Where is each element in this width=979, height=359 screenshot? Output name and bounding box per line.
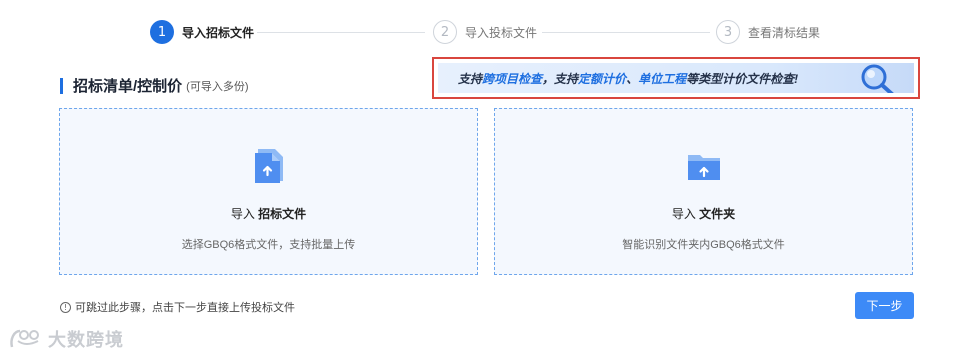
folder-upload-icon: [687, 155, 720, 180]
step-3: 3 查看清标结果: [716, 19, 820, 45]
banner-text: 支持: [458, 71, 483, 86]
import-file-description: 选择GBQ6格式文件，支持批量上传: [181, 239, 356, 251]
banner-highlight: 定额计价: [578, 71, 627, 86]
section-title: 招标清单/控制价: [73, 78, 183, 95]
step-2: 2 导入投标文件: [433, 19, 537, 45]
import-prefix: 导入: [230, 207, 255, 221]
step-2-label: 导入投标文件: [465, 25, 538, 40]
watermark-logo-icon: [10, 329, 39, 348]
magnifier-icon: [861, 64, 894, 93]
import-file-dropzone[interactable]: 导入 招标文件 选择GBQ6格式文件，支持批量上传: [59, 108, 478, 275]
banner-content: 支持 跨项目检查 ，支持 定额计价 、 单位工程 等类型计价文件检查!: [438, 63, 914, 93]
banner-highlight: 单位工程: [638, 71, 687, 86]
banner-text: 等类型计价文件检查!: [686, 71, 799, 86]
banner-text: 、: [626, 71, 639, 86]
section-subtitle: (可导入多份): [186, 80, 249, 93]
import-prefix: 导入: [671, 207, 696, 221]
banner-text: ，支持: [542, 71, 579, 86]
step-3-label: 查看清标结果: [748, 25, 821, 40]
section-header: 招标清单/控制价 (可导入多份): [60, 75, 249, 96]
import-target: 文件夹: [699, 207, 736, 221]
skip-hint: ! 可跳过此步骤，点击下一步直接上传投标文件: [60, 299, 295, 315]
step-1: 1 导入招标文件: [150, 19, 254, 45]
import-file-title: 导入 招标文件: [231, 205, 306, 222]
progress-stepper: 1 导入招标文件 2 导入投标文件 3 查看清标结果: [150, 19, 830, 45]
step-2-number: 2: [433, 20, 457, 44]
import-folder-title: 导入 文件夹: [672, 205, 735, 222]
watermark: 大数跨境: [8, 326, 124, 352]
title-accent-bar: [60, 77, 63, 94]
info-icon: !: [60, 301, 71, 313]
import-folder-description: 智能识别文件夹内GBQ6格式文件: [622, 239, 785, 251]
feature-banner: 支持 跨项目检查 ，支持 定额计价 、 单位工程 等类型计价文件检查!: [432, 57, 920, 99]
step-1-number: 1: [150, 20, 174, 44]
file-upload-icon: [254, 149, 283, 183]
import-target: 招标文件: [258, 207, 307, 221]
watermark-text: 大数跨境: [48, 330, 124, 350]
banner-highlight: 跨项目检查: [482, 71, 543, 86]
step-divider: [257, 32, 425, 33]
import-folder-dropzone[interactable]: 导入 文件夹 智能识别文件夹内GBQ6格式文件: [494, 108, 913, 275]
step-3-number: 3: [716, 20, 740, 44]
step-divider: [542, 32, 710, 33]
skip-hint-text: 可跳过此步骤，点击下一步直接上传投标文件: [75, 302, 295, 314]
next-step-button[interactable]: 下一步: [855, 292, 914, 319]
step-1-label: 导入招标文件: [182, 25, 255, 40]
